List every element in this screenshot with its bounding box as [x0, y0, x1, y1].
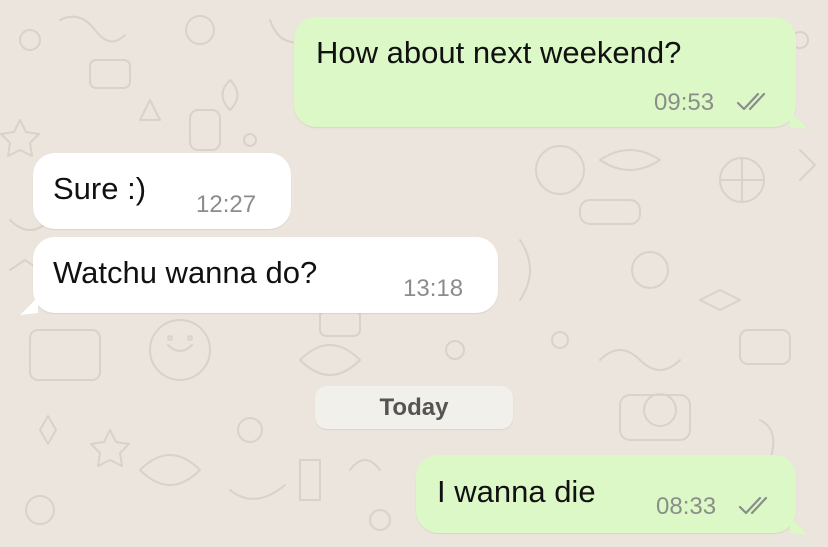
message-text: I wanna die	[437, 474, 596, 509]
message-timestamp: 13:18	[403, 275, 464, 302]
bubble-tail	[20, 297, 38, 315]
bubble-tail	[790, 111, 808, 129]
double-check-icon	[738, 496, 768, 515]
date-separator: Today	[315, 386, 513, 429]
date-separator-label: Today	[379, 394, 449, 421]
message-timestamp: 09:53	[654, 89, 715, 116]
message-text: Sure :)	[53, 171, 147, 206]
message-text: How about next weekend?	[316, 35, 682, 70]
outgoing-message-bubble[interactable]	[294, 17, 796, 127]
bubble-tail	[790, 517, 808, 535]
message-timestamp: 12:27	[196, 191, 257, 218]
message-timestamp: 08:33	[656, 493, 717, 520]
message-text: Watchu wanna do?	[53, 255, 318, 290]
double-check-icon	[736, 92, 766, 111]
